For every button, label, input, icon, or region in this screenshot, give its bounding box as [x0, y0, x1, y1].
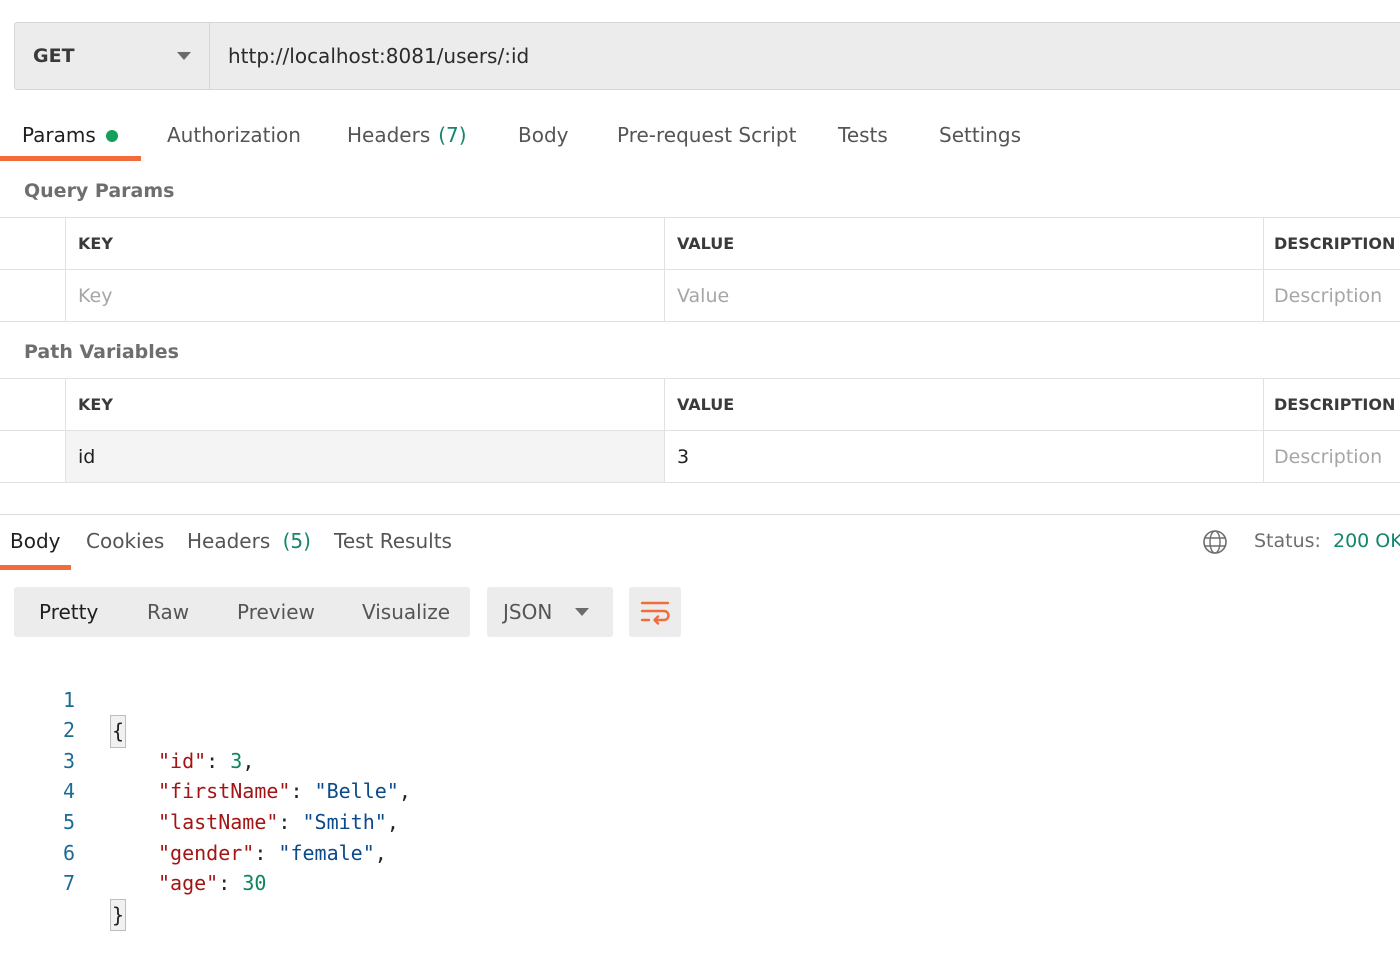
active-tab-underline: [0, 156, 141, 161]
tab-pre-request-script[interactable]: Pre-request Script: [617, 110, 796, 162]
code-brace: }: [110, 898, 127, 932]
table-row: Key Value Description: [0, 270, 1400, 322]
tab-count: (7): [438, 123, 467, 147]
code-line: 1 {: [0, 654, 700, 748]
code-line: 7 }: [0, 838, 700, 932]
request-url-bar: GET: [14, 22, 1400, 90]
response-tab-test-results[interactable]: Test Results: [334, 529, 452, 553]
json-key: "age": [158, 871, 219, 896]
response-body-viewer: 1 { 2 "id": 3, 3 "firstName": "Belle", 4…: [0, 654, 700, 932]
column-header-key: KEY: [65, 218, 664, 269]
tab-label: Test Results: [334, 529, 452, 553]
row-checkbox-cell: [0, 431, 65, 482]
response-status: Status: 200 OK: [1254, 530, 1400, 552]
table-header-row: KEY VALUE DESCRIPTION: [0, 218, 1400, 270]
response-tab-cookies[interactable]: Cookies: [86, 529, 164, 553]
tab-settings[interactable]: Settings: [939, 110, 1021, 162]
chevron-down-icon: [575, 608, 589, 616]
tab-label: Headers: [347, 123, 431, 147]
globe-icon[interactable]: [1202, 529, 1228, 555]
status-value: 200 OK: [1333, 530, 1400, 552]
path-description-input[interactable]: Description: [1263, 431, 1400, 482]
query-params-table: KEY VALUE DESCRIPTION Key Value Descript…: [0, 217, 1400, 322]
checkbox-column: [0, 379, 65, 430]
url-input[interactable]: [210, 23, 1400, 89]
format-raw[interactable]: Raw: [147, 587, 189, 637]
request-tabs: Params Authorization Headers (7) Body Pr…: [0, 110, 1400, 162]
code-line: 5 "gender": "female",: [0, 776, 700, 865]
code-line: 3 "firstName": "Belle",: [0, 715, 700, 804]
format-toggle-group: Pretty Raw Preview Visualize: [14, 587, 470, 637]
table-row: id 3 Description: [0, 431, 1400, 483]
description-input[interactable]: Description: [1263, 270, 1400, 321]
method-label: GET: [33, 45, 75, 67]
format-visualize[interactable]: Visualize: [362, 587, 450, 637]
key-input[interactable]: Key: [65, 270, 664, 321]
column-header-key: KEY: [65, 379, 664, 430]
tab-headers[interactable]: Headers (7): [347, 110, 467, 162]
response-tabs: Body Cookies Headers (5) Test Results: [0, 526, 1400, 570]
format-pretty[interactable]: Pretty: [39, 587, 98, 637]
status-label: Status:: [1254, 530, 1321, 552]
tab-authorization[interactable]: Authorization: [167, 110, 301, 162]
tab-body[interactable]: Body: [518, 110, 569, 162]
language-select[interactable]: JSON: [487, 587, 613, 637]
path-key-cell: id: [65, 431, 664, 482]
column-header-value: VALUE: [664, 379, 1263, 430]
tab-label: Body: [10, 529, 61, 553]
column-header-value: VALUE: [664, 218, 1263, 269]
code-line: 2 "id": 3,: [0, 685, 700, 773]
tab-label: Tests: [838, 123, 888, 147]
code-line: 4 "lastName": "Smith",: [0, 746, 700, 834]
tab-label: Headers: [187, 529, 271, 553]
column-header-description: DESCRIPTION: [1263, 218, 1400, 269]
active-response-tab-underline: [0, 565, 71, 570]
tab-params[interactable]: Params: [22, 110, 118, 162]
row-checkbox-cell: [0, 270, 65, 321]
checkbox-column: [0, 218, 65, 269]
table-header-row: KEY VALUE DESCRIPTION: [0, 379, 1400, 431]
format-preview[interactable]: Preview: [237, 587, 315, 637]
column-header-description: DESCRIPTION: [1263, 379, 1400, 430]
wrap-lines-icon: [640, 601, 670, 625]
tab-label: Settings: [939, 123, 1022, 147]
query-params-title: Query Params: [24, 180, 175, 202]
tab-count: (5): [282, 529, 311, 553]
active-params-indicator: [105, 130, 118, 142]
response-divider: [0, 514, 1400, 515]
language-label: JSON: [503, 600, 553, 624]
path-variables-title: Path Variables: [24, 341, 179, 363]
method-select[interactable]: GET: [15, 23, 210, 89]
tab-label: Authorization: [167, 123, 301, 147]
chevron-down-icon: [177, 52, 191, 60]
path-variables-table: KEY VALUE DESCRIPTION id 3 Description: [0, 378, 1400, 483]
tab-label: Body: [518, 123, 569, 147]
path-value-input[interactable]: 3: [664, 431, 1263, 482]
tab-label: Params: [22, 123, 96, 147]
response-tab-headers[interactable]: Headers (5): [187, 529, 311, 553]
tab-label: Cookies: [86, 529, 165, 553]
response-tab-body[interactable]: Body: [10, 529, 61, 553]
code-line: 6 "age": 30: [0, 807, 700, 896]
line-number: 7: [62, 871, 75, 896]
tab-tests[interactable]: Tests: [838, 110, 888, 162]
wrap-lines-button[interactable]: [629, 587, 681, 637]
json-value: 30: [242, 871, 267, 896]
value-input[interactable]: Value: [664, 270, 1263, 321]
tab-label: Pre-request Script: [617, 123, 797, 147]
